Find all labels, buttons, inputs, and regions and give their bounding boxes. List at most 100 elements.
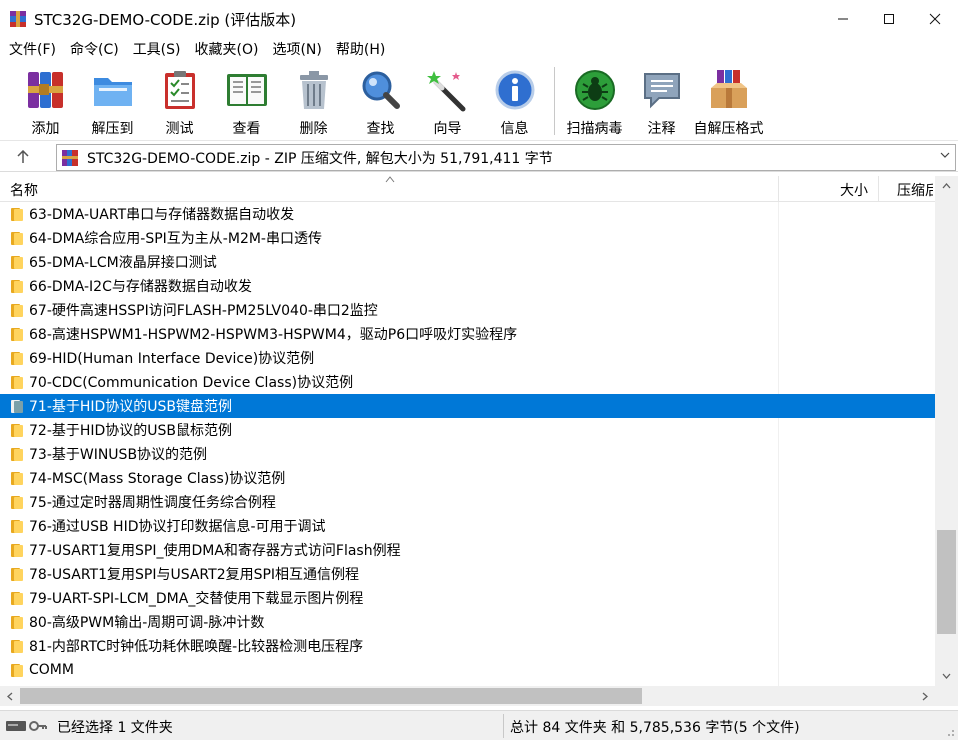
find-button[interactable]: 查找 — [347, 63, 414, 139]
info-icon — [493, 68, 537, 112]
list-item[interactable]: 66-DMA-I2C与存储器数据自动收发 — [0, 274, 935, 298]
list-item[interactable]: 79-UART-SPI-LCM_DMA_交替使用下载显示图片例程 — [0, 586, 935, 610]
archive-path-field[interactable]: STC32G-DEMO-CODE.zip - ZIP 压缩文件, 解包大小为 5… — [56, 144, 956, 171]
resize-grip-icon[interactable] — [945, 727, 955, 737]
minimize-icon — [838, 18, 848, 20]
list-item[interactable]: 76-通过USB HID协议打印数据信息-可用于调试 — [0, 514, 935, 538]
folder-icon — [11, 495, 23, 509]
column-name-header[interactable]: 名称 — [10, 180, 38, 200]
list-item[interactable]: 72-基于HID协议的USB鼠标范例 — [0, 418, 935, 442]
virus-scan-icon — [573, 68, 617, 112]
comment-label: 注释 — [647, 121, 676, 137]
total-status: 总计 84 文件夹 和 5,785,536 字节(5 个文件) — [510, 720, 800, 736]
scroll-up-icon[interactable] — [935, 176, 958, 196]
column-size-header[interactable]: 大小 — [840, 180, 868, 200]
list-item[interactable]: 65-DMA-LCM液晶屏接口测试 — [0, 250, 935, 274]
folder-icon — [11, 231, 23, 245]
folder-icon — [11, 303, 23, 317]
add-archive-icon — [24, 68, 68, 112]
scroll-right-icon[interactable] — [915, 686, 935, 706]
chevron-down-icon[interactable] — [939, 149, 951, 164]
vertical-scrollbar[interactable] — [935, 176, 958, 686]
file-name: COMM — [29, 662, 74, 678]
list-item[interactable]: 71-基于HID协议的USB键盘范例 — [0, 394, 935, 418]
menu-help[interactable]: 帮助(H) — [329, 38, 392, 62]
column-divider[interactable] — [878, 176, 879, 202]
add-button[interactable]: 添加 — [12, 63, 79, 139]
horizontal-scroll-thumb[interactable] — [20, 688, 642, 704]
close-button[interactable] — [912, 0, 958, 38]
list-item[interactable]: 68-高速HSPWM1-HSPWM2-HSPWM3-HSPWM4，驱动P6口呼吸… — [0, 322, 935, 346]
file-name: 73-基于WINUSB协议的范例 — [29, 447, 208, 463]
list-item[interactable]: 77-USART1复用SPI_使用DMA和寄存器方式访问Flash例程 — [0, 538, 935, 562]
archive-path-text: STC32G-DEMO-CODE.zip - ZIP 压缩文件, 解包大小为 5… — [87, 150, 553, 167]
list-item[interactable]: 73-基于WINUSB协议的范例 — [0, 442, 935, 466]
list-item[interactable]: 70-CDC(Communication Device Class)协议范例 — [0, 370, 935, 394]
menu-tools[interactable]: 工具(S) — [126, 38, 188, 62]
sfx-label: 自解压格式 — [693, 121, 764, 137]
toolbar-separator — [554, 67, 555, 135]
list-item[interactable]: 69-HID(Human Interface Device)协议范例 — [0, 346, 935, 370]
key-icon — [29, 721, 47, 731]
folder-icon — [11, 255, 23, 269]
file-name: 69-HID(Human Interface Device)协议范例 — [29, 351, 315, 367]
up-folder-button[interactable] — [0, 142, 46, 172]
menu-favorites[interactable]: 收藏夹(O) — [188, 38, 266, 62]
scan-virus-button[interactable]: 扫描病毒 — [561, 63, 628, 139]
list-item[interactable]: COMM — [0, 658, 935, 682]
folder-icon — [11, 279, 23, 293]
column-packed-header[interactable]: 压缩后大小 — [897, 180, 933, 200]
view-label: 查看 — [232, 121, 261, 137]
file-name: 80-高级PWM输出-周期可调-脉冲计数 — [29, 615, 265, 631]
list-item[interactable]: 63-DMA-UART串口与存储器数据自动收发 — [0, 202, 935, 226]
delete-button[interactable]: 删除 — [280, 63, 347, 139]
file-name: 63-DMA-UART串口与存储器数据自动收发 — [29, 207, 295, 223]
file-name: 77-USART1复用SPI_使用DMA和寄存器方式访问Flash例程 — [29, 543, 401, 559]
menu-options[interactable]: 选项(N) — [265, 38, 328, 62]
status-divider — [503, 714, 504, 738]
file-name: 79-UART-SPI-LCM_DMA_交替使用下载显示图片例程 — [29, 591, 364, 607]
menu-commands[interactable]: 命令(C) — [63, 38, 126, 62]
folder-icon — [11, 375, 23, 389]
extract-to-label: 解压到 — [91, 121, 134, 137]
minimize-button[interactable] — [820, 0, 866, 38]
file-name: 70-CDC(Communication Device Class)协议范例 — [29, 375, 354, 391]
vertical-scroll-thumb[interactable] — [937, 530, 956, 634]
scroll-down-icon[interactable] — [935, 666, 958, 686]
list-item[interactable]: 78-USART1复用SPI与USART2复用SPI相互通信例程 — [0, 562, 935, 586]
folder-icon — [11, 423, 23, 437]
horizontal-scrollbar[interactable] — [0, 686, 935, 706]
list-item[interactable]: 81-内部RTC时钟低功耗休眠唤醒-比较器检测电压程序 — [0, 634, 935, 658]
list-item[interactable]: 80-高级PWM输出-周期可调-脉冲计数 — [0, 610, 935, 634]
wizard-button[interactable]: 向导 — [414, 63, 481, 139]
folder-icon — [11, 519, 23, 533]
window-title: STC32G-DEMO-CODE.zip (评估版本) — [34, 10, 297, 29]
file-name: 64-DMA综合应用-SPI互为主从-M2M-串口透传 — [29, 231, 322, 247]
maximize-button[interactable] — [866, 0, 912, 38]
test-clipboard-icon — [158, 68, 202, 112]
column-divider[interactable] — [778, 176, 779, 202]
comment-button[interactable]: 注释 — [628, 63, 695, 139]
list-item[interactable]: 64-DMA综合应用-SPI互为主从-M2M-串口透传 — [0, 226, 935, 250]
test-button[interactable]: 测试 — [146, 63, 213, 139]
status-bar: 已经选择 1 文件夹 总计 84 文件夹 和 5,785,536 字节(5 个文… — [0, 710, 958, 740]
list-item[interactable]: 67-硬件高速HSSPI访问FLASH-PM25LV040-串口2监控 — [0, 298, 935, 322]
toolbar: 添加 解压到 测试 查看 删除 查找 向导 信息 扫描病毒 注释 自解压格式 — [0, 63, 958, 141]
scroll-left-icon[interactable] — [0, 686, 20, 706]
maximize-icon — [884, 14, 894, 24]
view-button[interactable]: 查看 — [213, 63, 280, 139]
list-header: 名称 大小 压缩后大小 — [0, 176, 958, 202]
folder-icon — [11, 543, 23, 557]
list-item[interactable]: 75-通过定时器周期性调度任务综合例程 — [0, 490, 935, 514]
winrar-app-icon — [10, 11, 26, 27]
extract-to-button[interactable]: 解压到 — [79, 63, 146, 139]
list-item[interactable]: 74-MSC(Mass Storage Class)协议范例 — [0, 466, 935, 490]
folder-icon — [11, 351, 23, 365]
info-button[interactable]: 信息 — [481, 63, 548, 139]
folder-icon — [11, 399, 23, 413]
sfx-button[interactable]: 自解压格式 — [693, 63, 764, 139]
selection-status: 已经选择 1 文件夹 — [57, 720, 173, 736]
file-name: 71-基于HID协议的USB键盘范例 — [29, 399, 233, 415]
wizard-wand-icon — [426, 68, 470, 112]
menu-file[interactable]: 文件(F) — [2, 38, 63, 62]
